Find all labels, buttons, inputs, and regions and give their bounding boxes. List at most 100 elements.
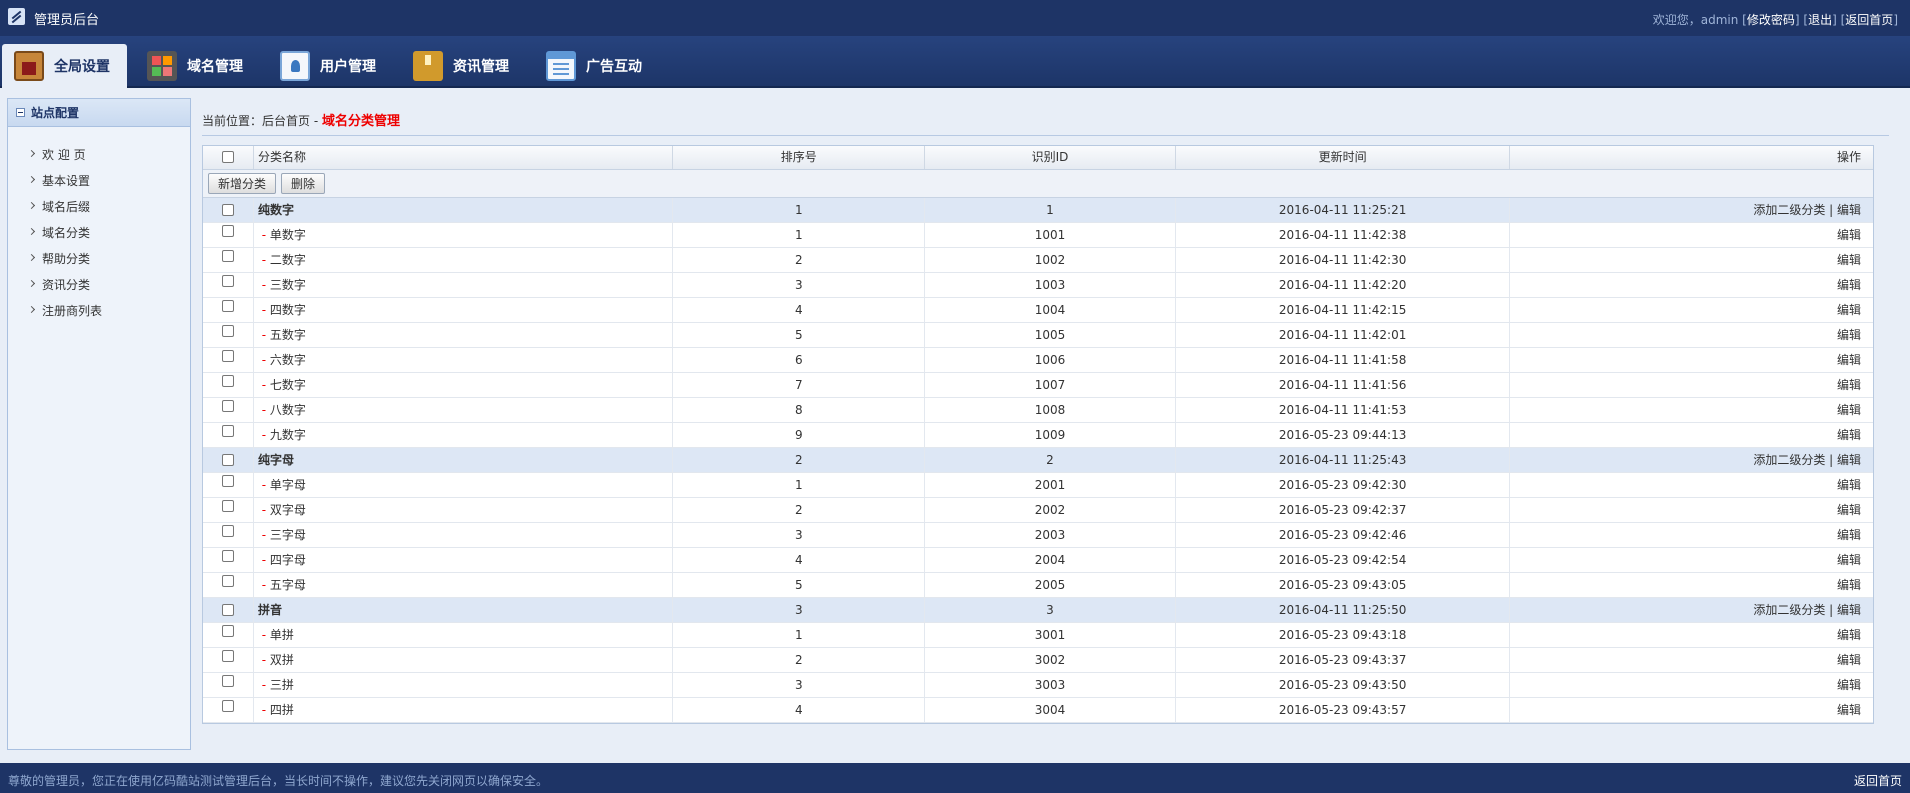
sidebar-item-basic-settings[interactable]: 基本设置 — [8, 168, 190, 194]
edit-link[interactable]: 编辑 — [1837, 328, 1861, 342]
table-row-child: - 单数字 1 1001 2016-04-11 11:42:38 编辑 — [203, 223, 1873, 248]
sidebar-item-registrar-list[interactable]: 注册商列表 — [8, 298, 190, 324]
row-checkbox[interactable] — [221, 349, 234, 362]
row-checkbox[interactable] — [221, 324, 234, 337]
edit-link[interactable]: 编辑 — [1837, 553, 1861, 567]
row-checkbox[interactable] — [221, 603, 234, 616]
row-checkbox[interactable] — [221, 649, 234, 662]
cell-time: 2016-04-11 11:42:30 — [1176, 248, 1511, 272]
row-checkbox[interactable] — [221, 399, 234, 412]
edit-link[interactable]: 编辑 — [1837, 603, 1861, 617]
row-checkbox[interactable] — [221, 624, 234, 637]
delete-button[interactable]: 删除 — [281, 173, 326, 194]
edit-link[interactable]: 编辑 — [1837, 503, 1861, 517]
add-subcategory-link[interactable]: 添加二级分类 — [1753, 603, 1825, 617]
cell-actions: 编辑 — [1510, 523, 1873, 547]
row-checkbox[interactable] — [221, 474, 234, 487]
row-checkbox[interactable] — [221, 549, 234, 562]
nav-ad-interaction[interactable]: 广告互动 — [534, 44, 652, 88]
home-link[interactable]: 返回首页 — [1845, 13, 1893, 27]
row-checkbox[interactable] — [221, 224, 234, 237]
row-checkbox[interactable] — [221, 249, 234, 262]
nav-global-settings[interactable]: 全局设置 — [2, 44, 127, 88]
row-checkbox[interactable] — [221, 424, 234, 437]
cell-id: 1005 — [925, 323, 1176, 347]
sidebar-item-help-category[interactable]: 帮助分类 — [8, 246, 190, 272]
edit-link[interactable]: 编辑 — [1837, 528, 1861, 542]
cell-sort: 6 — [673, 348, 926, 372]
edit-link[interactable]: 编辑 — [1837, 303, 1861, 317]
edit-link[interactable]: 编辑 — [1837, 253, 1861, 267]
row-checkbox[interactable] — [221, 299, 234, 312]
cell-sort: 1 — [673, 223, 926, 247]
cell-id: 1003 — [925, 273, 1176, 297]
add-subcategory-link[interactable]: 添加二级分类 — [1753, 453, 1825, 467]
cell-id: 3001 — [925, 623, 1176, 647]
edit-link[interactable]: 编辑 — [1837, 678, 1861, 692]
table-row-child: - 三字母 3 2003 2016-05-23 09:42:46 编辑 — [203, 523, 1873, 548]
sidebar-item-news-category[interactable]: 资讯分类 — [8, 272, 190, 298]
child-marker: - — [257, 303, 270, 317]
row-checkbox[interactable] — [221, 674, 234, 687]
row-checkbox[interactable] — [221, 524, 234, 537]
row-checkbox[interactable] — [221, 203, 234, 216]
edit-link[interactable]: 编辑 — [1837, 228, 1861, 242]
row-checkbox[interactable] — [221, 374, 234, 387]
edit-link[interactable]: 编辑 — [1837, 628, 1861, 642]
footer-home-link[interactable]: 返回首页 — [1854, 772, 1902, 789]
select-all-checkbox[interactable] — [221, 150, 234, 163]
edit-link[interactable]: 编辑 — [1837, 653, 1861, 667]
child-marker: - — [257, 553, 270, 567]
edit-link[interactable]: 编辑 — [1837, 478, 1861, 492]
row-checkbox[interactable] — [221, 274, 234, 287]
sidebar: 站点配置 欢 迎 页 基本设置 域名后缀 域名分类 帮助分类 资讯分类 注册商列… — [7, 98, 191, 750]
add-subcategory-link[interactable]: 添加二级分类 — [1753, 203, 1825, 217]
add-category-button[interactable]: 新增分类 — [208, 173, 277, 194]
row-checkbox[interactable] — [221, 453, 234, 466]
column-header-id: 识别ID — [925, 146, 1176, 169]
sidebar-item-domain-suffix[interactable]: 域名后缀 — [8, 194, 190, 220]
collapse-icon[interactable] — [16, 108, 25, 117]
cell-name: 纯字母 — [254, 448, 674, 472]
edit-link[interactable]: 编辑 — [1837, 403, 1861, 417]
sidebar-item-welcome[interactable]: 欢 迎 页 — [8, 142, 190, 168]
row-checkbox-cell — [203, 623, 254, 647]
edit-link[interactable]: 编辑 — [1837, 453, 1861, 467]
category-table: 分类名称 排序号 识别ID 更新时间 操作 新增分类 删除 纯数字 1 1 2016-… — [202, 145, 1874, 724]
edit-link[interactable]: 编辑 — [1837, 203, 1861, 217]
sidebar-header[interactable]: 站点配置 — [8, 99, 190, 127]
nav-domain-management[interactable]: 域名管理 — [135, 44, 253, 88]
user-icon — [280, 51, 310, 81]
user-links: 欢迎您，admin [修改密码] [退出] [返回首页] — [1652, 13, 1898, 27]
domain-icon — [147, 51, 177, 81]
change-password-link[interactable]: 修改密码 — [1747, 13, 1795, 27]
logout-link[interactable]: 退出 — [1808, 13, 1832, 27]
cell-sort: 4 — [673, 548, 926, 572]
cell-sort: 2 — [673, 648, 926, 672]
cell-actions: 编辑 — [1510, 648, 1873, 672]
row-checkbox[interactable] — [221, 699, 234, 712]
cell-time: 2016-05-23 09:43:37 — [1176, 648, 1511, 672]
edit-link[interactable]: 编辑 — [1837, 578, 1861, 592]
category-name: 四数字 — [269, 303, 306, 317]
edit-link[interactable]: 编辑 — [1837, 703, 1861, 717]
cell-name: - 八数字 — [254, 398, 674, 422]
edit-link[interactable]: 编辑 — [1837, 278, 1861, 292]
edit-link[interactable]: 编辑 — [1837, 428, 1861, 442]
nav-label: 广告互动 — [586, 59, 642, 75]
cell-actions: 编辑 — [1510, 248, 1873, 272]
cell-sort: 3 — [673, 273, 926, 297]
row-checkbox[interactable] — [221, 574, 234, 587]
username: admin — [1700, 13, 1739, 27]
row-checkbox[interactable] — [221, 499, 234, 512]
nav-user-management[interactable]: 用户管理 — [268, 44, 386, 88]
table-row-parent: 纯数字 1 1 2016-04-11 11:25:21 添加二级分类 | 编辑 — [203, 198, 1873, 223]
breadcrumb-home-link[interactable]: 后台首页 — [262, 114, 310, 128]
edit-link[interactable]: 编辑 — [1837, 353, 1861, 367]
sidebar-item-domain-category[interactable]: 域名分类 — [8, 220, 190, 246]
edit-link[interactable]: 编辑 — [1837, 378, 1861, 392]
nav-news-management[interactable]: 资讯管理 — [401, 44, 519, 88]
row-checkbox-cell — [203, 223, 254, 247]
cell-sort: 4 — [673, 298, 926, 322]
cell-name: 拼音 — [254, 598, 674, 622]
